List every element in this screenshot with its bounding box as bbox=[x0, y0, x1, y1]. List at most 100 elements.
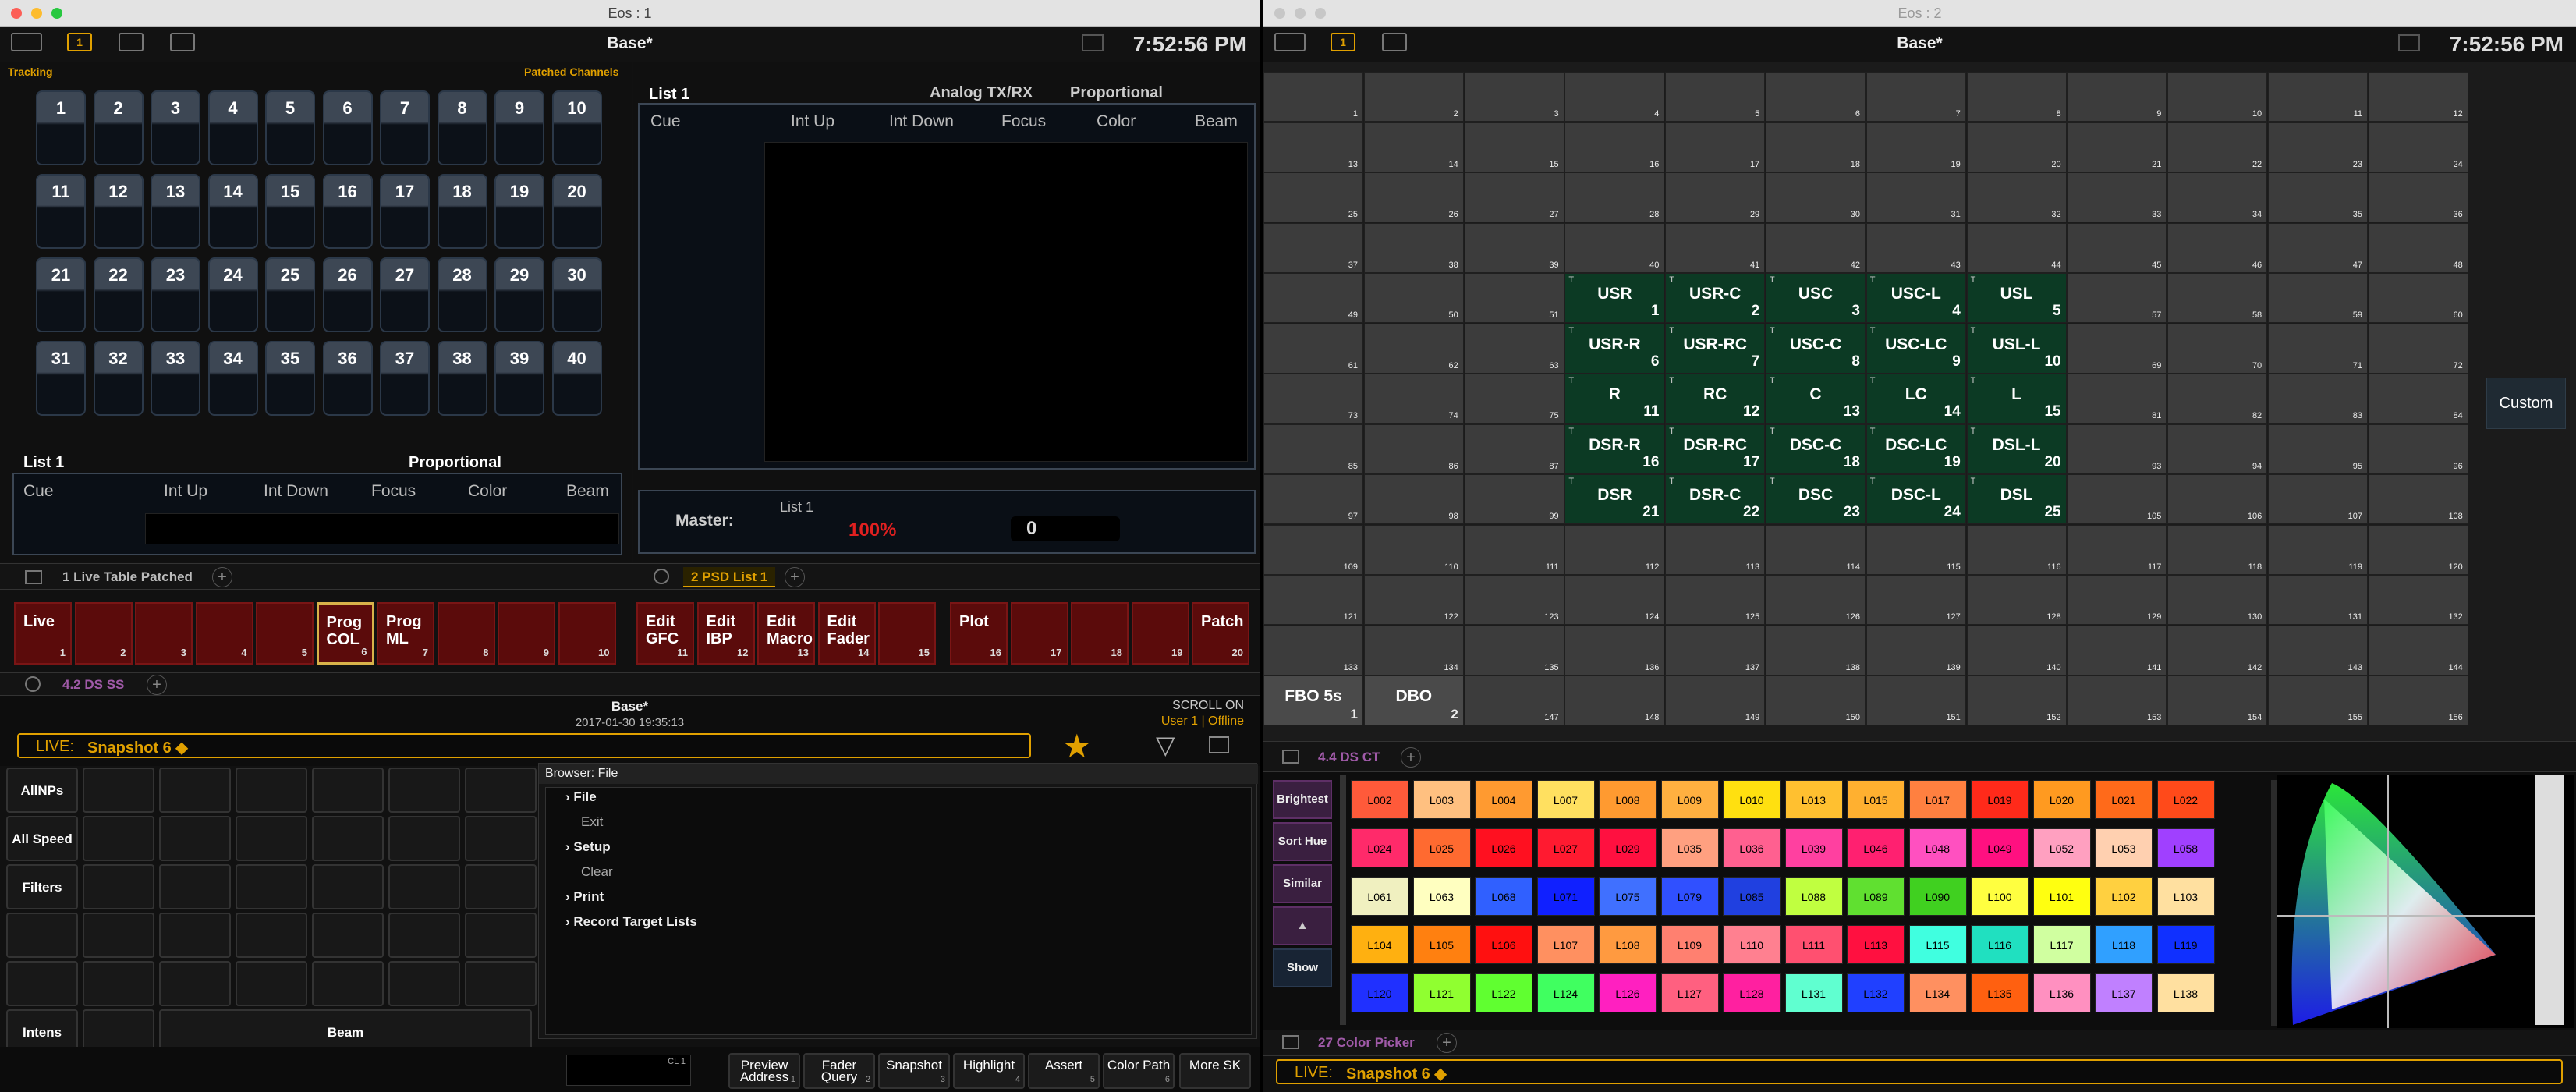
grid-cell[interactable]: 22 bbox=[2167, 122, 2268, 172]
color-swatch[interactable]: L127 bbox=[1660, 973, 1719, 1012]
channel-22[interactable]: 22 bbox=[93, 257, 144, 332]
add-tab-button-2[interactable]: + bbox=[785, 567, 805, 587]
grid-cell[interactable]: 19 bbox=[1866, 122, 1966, 172]
grid-cell[interactable]: 48 bbox=[2368, 222, 2468, 273]
fader-15[interactable]: 15 bbox=[878, 602, 936, 665]
color-swatch[interactable]: L104 bbox=[1351, 925, 1408, 964]
cue-list-table-large[interactable]: Cue Int Up Int Down Focus Color Beam bbox=[638, 103, 1256, 470]
channel-cell-24[interactable]: T DSC-L 24 bbox=[1866, 474, 1966, 524]
dbo-button[interactable]: DBO 2 bbox=[1363, 675, 1464, 725]
channel-13[interactable]: 13 bbox=[151, 174, 200, 249]
grid-cell[interactable]: 45 bbox=[2067, 222, 2167, 273]
grid-cell[interactable]: 140 bbox=[1966, 625, 2067, 675]
color-swatch[interactable]: L013 bbox=[1784, 780, 1843, 819]
channel-21[interactable]: 21 bbox=[36, 257, 86, 332]
grid-cell[interactable]: 87 bbox=[1464, 424, 1564, 474]
side-button-1[interactable]: Sort Hue bbox=[1273, 822, 1332, 861]
grid-cell[interactable]: 142 bbox=[2167, 625, 2268, 675]
grid-cell[interactable]: 72 bbox=[2368, 323, 2468, 374]
color-swatch[interactable]: L024 bbox=[1351, 828, 1408, 867]
color-swatch[interactable]: L003 bbox=[1412, 780, 1471, 819]
grid-cell[interactable]: 73 bbox=[1263, 374, 1363, 424]
maximize-window-button[interactable] bbox=[51, 8, 62, 19]
grid-cell[interactable]: 127 bbox=[1866, 575, 1966, 625]
grid-cell[interactable]: 110 bbox=[1363, 524, 1464, 575]
direct-select-3-4[interactable] bbox=[312, 913, 384, 958]
softkey-6[interactable]: Color Path 6 bbox=[1103, 1053, 1175, 1089]
grid-cell[interactable]: 43 bbox=[1866, 222, 1966, 273]
grid-cell[interactable]: 33 bbox=[2067, 172, 2167, 222]
lock-icon[interactable] bbox=[1282, 1035, 1299, 1049]
color-swatch[interactable]: L102 bbox=[2095, 877, 2153, 916]
fader-17[interactable]: 17 bbox=[1010, 602, 1068, 665]
grid-cell[interactable]: 12 bbox=[2368, 72, 2468, 122]
grid-cell[interactable]: 70 bbox=[2167, 323, 2268, 374]
grid-cell[interactable]: 155 bbox=[2268, 675, 2368, 725]
direct-select-4-1[interactable] bbox=[83, 961, 154, 1006]
custom-button[interactable]: Custom bbox=[2486, 378, 2566, 429]
command-line-2[interactable]: LIVE: Snapshot 6 ◆ bbox=[1276, 1059, 2563, 1084]
gear-icon[interactable] bbox=[25, 676, 41, 692]
browser-item-exit[interactable]: Exit bbox=[581, 814, 603, 830]
channel-cell-23[interactable]: T DSC 23 bbox=[1766, 474, 1866, 524]
lock-icon[interactable] bbox=[1282, 750, 1299, 764]
channel-7[interactable]: 7 bbox=[380, 90, 430, 165]
fader-14[interactable]: Edit Fader 14 bbox=[817, 602, 876, 665]
grid-cell[interactable]: 109 bbox=[1263, 524, 1363, 575]
grid-cell[interactable]: 44 bbox=[1966, 222, 2067, 273]
grid-cell[interactable]: 105 bbox=[2067, 474, 2167, 524]
grid-cell[interactable]: 108 bbox=[2368, 474, 2468, 524]
grid-cell[interactable]: 20 bbox=[1966, 122, 2067, 172]
add-tab-button[interactable]: + bbox=[1401, 747, 1421, 768]
grid-cell[interactable]: 30 bbox=[1766, 172, 1866, 222]
color-swatch[interactable]: L119 bbox=[2156, 925, 2215, 964]
grid-cell[interactable]: 99 bbox=[1464, 474, 1564, 524]
color-swatch[interactable]: L036 bbox=[1723, 828, 1781, 867]
color-swatch[interactable]: L039 bbox=[1784, 828, 1843, 867]
color-swatch[interactable]: L017 bbox=[1908, 780, 1967, 819]
channel-16[interactable]: 16 bbox=[322, 174, 373, 249]
fader-19[interactable]: 19 bbox=[1131, 602, 1189, 665]
grid-cell[interactable]: 114 bbox=[1766, 524, 1866, 575]
channel-20[interactable]: 20 bbox=[551, 174, 602, 249]
channel-29[interactable]: 29 bbox=[494, 257, 544, 332]
grid-cell[interactable]: 147 bbox=[1464, 675, 1564, 725]
grid-cell[interactable]: 139 bbox=[1866, 625, 1966, 675]
grid-cell[interactable]: 122 bbox=[1363, 575, 1464, 625]
color-swatch[interactable]: L058 bbox=[2156, 828, 2215, 867]
color-swatch[interactable]: L105 bbox=[1412, 925, 1471, 964]
grid-cell[interactable]: 9 bbox=[2067, 72, 2167, 122]
color-swatch[interactable]: L126 bbox=[1599, 973, 1657, 1012]
channel-9[interactable]: 9 bbox=[494, 90, 544, 165]
color-swatch[interactable]: L137 bbox=[2095, 973, 2153, 1012]
grid-cell[interactable]: 69 bbox=[2067, 323, 2167, 374]
fader-3[interactable]: 3 bbox=[135, 602, 193, 665]
channel-17[interactable]: 17 bbox=[380, 174, 430, 249]
channel-26[interactable]: 26 bbox=[322, 257, 373, 332]
channel-cell-16[interactable]: T DSR-R 16 bbox=[1564, 424, 1665, 474]
color-swatch[interactable]: L068 bbox=[1475, 877, 1532, 916]
grid-cell[interactable]: 63 bbox=[1464, 323, 1564, 374]
color-swatch[interactable]: L111 bbox=[1784, 925, 1843, 964]
star-icon[interactable]: ★ bbox=[1062, 727, 1092, 765]
fbo-button[interactable]: FBO 5s 1 bbox=[1263, 675, 1363, 725]
side-button-4[interactable]: Show bbox=[1273, 948, 1332, 987]
channel-25[interactable]: 25 bbox=[265, 257, 315, 332]
color-swatch[interactable]: L103 bbox=[2156, 877, 2215, 916]
color-swatch[interactable]: L138 bbox=[2156, 973, 2215, 1012]
color-swatch[interactable]: L019 bbox=[1971, 780, 2029, 819]
channel-11[interactable]: 11 bbox=[36, 174, 86, 249]
direct-select-3-0[interactable] bbox=[6, 913, 78, 958]
grid-cell[interactable]: 106 bbox=[2167, 474, 2268, 524]
color-swatch[interactable]: L049 bbox=[1971, 828, 2029, 867]
fader-10[interactable]: 10 bbox=[558, 602, 616, 665]
channel-28[interactable]: 28 bbox=[437, 257, 487, 332]
grid-cell[interactable]: 16 bbox=[1564, 122, 1665, 172]
direct-select-2-5[interactable] bbox=[388, 864, 460, 909]
fader-12[interactable]: Edit IBP 12 bbox=[696, 602, 755, 665]
add-tab-button-3[interactable]: + bbox=[147, 675, 167, 695]
channel-cell-4[interactable]: T USC-L 4 bbox=[1866, 273, 1966, 323]
grid-cell[interactable]: 151 bbox=[1866, 675, 1966, 725]
color-swatch[interactable]: L002 bbox=[1351, 780, 1408, 819]
lock-icon[interactable] bbox=[25, 570, 42, 584]
